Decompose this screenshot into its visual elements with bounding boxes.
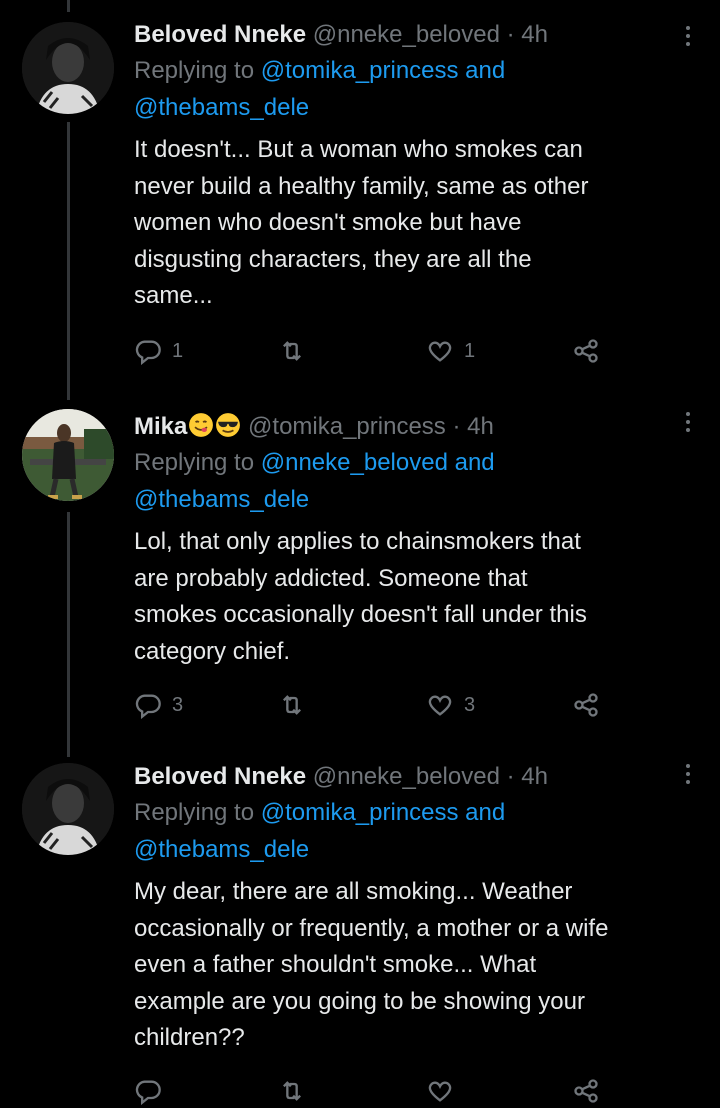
- tweet-header: Mika @tomika_princess · 4h: [134, 410, 680, 444]
- heart-icon: [428, 341, 452, 362]
- like-count: 3: [464, 693, 476, 716]
- share-button[interactable]: [572, 691, 600, 719]
- reply-button[interactable]: 3: [134, 691, 183, 719]
- tweet-text-line: My dear, there are all smoking... Weathe…: [134, 878, 573, 905]
- mention-link[interactable]: @tomika_princess and: [261, 799, 505, 826]
- separator: ·: [506, 21, 515, 48]
- mention-link[interactable]: @tomika_princess and: [261, 57, 505, 84]
- mention-link[interactable]: @thebams_dele: [134, 836, 309, 863]
- share-icon: [574, 339, 598, 363]
- tweet-text: Lol, that only applies to chainsmokers t…: [134, 524, 680, 670]
- tweet-text-line: It doesn't... But a woman who smokes can: [134, 136, 583, 163]
- tweet-text-line: example are you going to be showing your: [134, 987, 585, 1015]
- action-bar: 1 1: [134, 334, 634, 368]
- tweet-text: My dear, there are all smoking... Weathe…: [134, 874, 680, 1057]
- heart-icon: [428, 1081, 452, 1102]
- more-icon[interactable]: [684, 26, 692, 46]
- tweet-text-line: never build a healthy family, same as ot…: [134, 172, 589, 200]
- action-bar: [134, 1074, 634, 1108]
- user-handle[interactable]: @nneke_beloved: [313, 763, 500, 790]
- tweet-text-line: category chief.: [134, 637, 291, 665]
- reply-icon: [135, 694, 161, 719]
- yum-emoji-icon: [189, 413, 214, 437]
- user-handle[interactable]: @nneke_beloved: [313, 21, 500, 48]
- timestamp[interactable]: 4h: [521, 21, 548, 48]
- share-button[interactable]: [572, 337, 600, 365]
- like-button[interactable]: [426, 1077, 454, 1105]
- heart-icon: [428, 695, 452, 716]
- like-button[interactable]: 3: [426, 691, 475, 719]
- mention-link[interactable]: @thebams_dele: [134, 94, 309, 121]
- more-icon[interactable]: [684, 412, 692, 432]
- replying-label: Replying to: [134, 57, 255, 84]
- mention-link[interactable]: @thebams_dele: [134, 486, 309, 513]
- tweet-text-line: women who doesn't smoke but have: [134, 209, 522, 236]
- retweet-icon: [283, 695, 301, 715]
- reply-button[interactable]: 1: [134, 337, 183, 365]
- share-icon: [574, 693, 598, 717]
- sunglasses-emoji-icon: [216, 413, 241, 437]
- tweet-text-line: are probably addicted. Someone that: [134, 564, 528, 592]
- tweet-header: Beloved Nneke @nneke_beloved · 4h: [134, 18, 680, 52]
- reply-count: 1: [172, 339, 184, 362]
- replying-to: Replying to @tomika_princess and @thebam…: [134, 794, 680, 868]
- mention-link[interactable]: @nneke_beloved and: [261, 449, 495, 476]
- tweet-text-line: children??: [134, 1024, 245, 1051]
- tweet-text: It doesn't... But a woman who smokes can…: [134, 132, 680, 315]
- tweet-text-line: same...: [134, 282, 213, 309]
- user-handle[interactable]: @tomika_princess: [248, 413, 446, 440]
- action-bar: 3 3: [134, 688, 634, 722]
- tweet[interactable]: Beloved Nneke @nneke_beloved · 4h Replyi…: [0, 760, 720, 1105]
- tweet-text-line: disgusting characters, they are all the: [134, 245, 532, 273]
- reply-count: 3: [172, 693, 184, 716]
- replying-label: Replying to: [134, 799, 255, 826]
- replying-to: Replying to @tomika_princess and @thebam…: [134, 52, 680, 126]
- retweet-icon: [283, 341, 301, 361]
- retweet-button[interactable]: [278, 691, 306, 719]
- tweet-text-line: even a father shouldn't smoke... What: [134, 951, 537, 978]
- reply-icon: [135, 1080, 161, 1105]
- tweet-text-line: occasionally or frequently, a mother or …: [134, 914, 609, 942]
- timestamp[interactable]: 4h: [521, 763, 548, 790]
- avatar[interactable]: [22, 409, 114, 501]
- tweet-text-line: smokes occasionally doesn't fall under t…: [134, 601, 587, 628]
- tweet[interactable]: Mika @tomika_princess · 4h Replying to @…: [0, 400, 720, 760]
- share-icon: [574, 1079, 598, 1103]
- avatar[interactable]: [22, 22, 114, 114]
- like-count: 1: [464, 339, 476, 362]
- retweet-button[interactable]: [278, 1077, 306, 1105]
- more-icon[interactable]: [684, 764, 692, 784]
- tweet-header: Beloved Nneke @nneke_beloved · 4h: [134, 760, 680, 794]
- like-button[interactable]: 1: [426, 337, 475, 365]
- display-name[interactable]: Mika: [134, 413, 187, 440]
- tweet[interactable]: Beloved Nneke @nneke_beloved · 4h Replyi…: [0, 0, 720, 400]
- avatar[interactable]: [22, 763, 114, 855]
- replying-label: Replying to: [134, 449, 255, 476]
- replying-to: Replying to @nneke_beloved and @thebams_…: [134, 444, 680, 518]
- separator: ·: [452, 413, 461, 440]
- share-button[interactable]: [572, 1077, 600, 1105]
- display-name[interactable]: Beloved Nneke: [134, 763, 306, 790]
- tweet-text-line: Lol, that only applies to chainsmokers t…: [134, 528, 581, 555]
- retweet-icon: [283, 1081, 301, 1101]
- separator: ·: [506, 763, 515, 790]
- reply-button[interactable]: [134, 1077, 162, 1105]
- timestamp[interactable]: 4h: [467, 413, 494, 440]
- retweet-button[interactable]: [278, 337, 306, 365]
- reply-icon: [135, 340, 161, 365]
- display-name[interactable]: Beloved Nneke: [134, 21, 306, 48]
